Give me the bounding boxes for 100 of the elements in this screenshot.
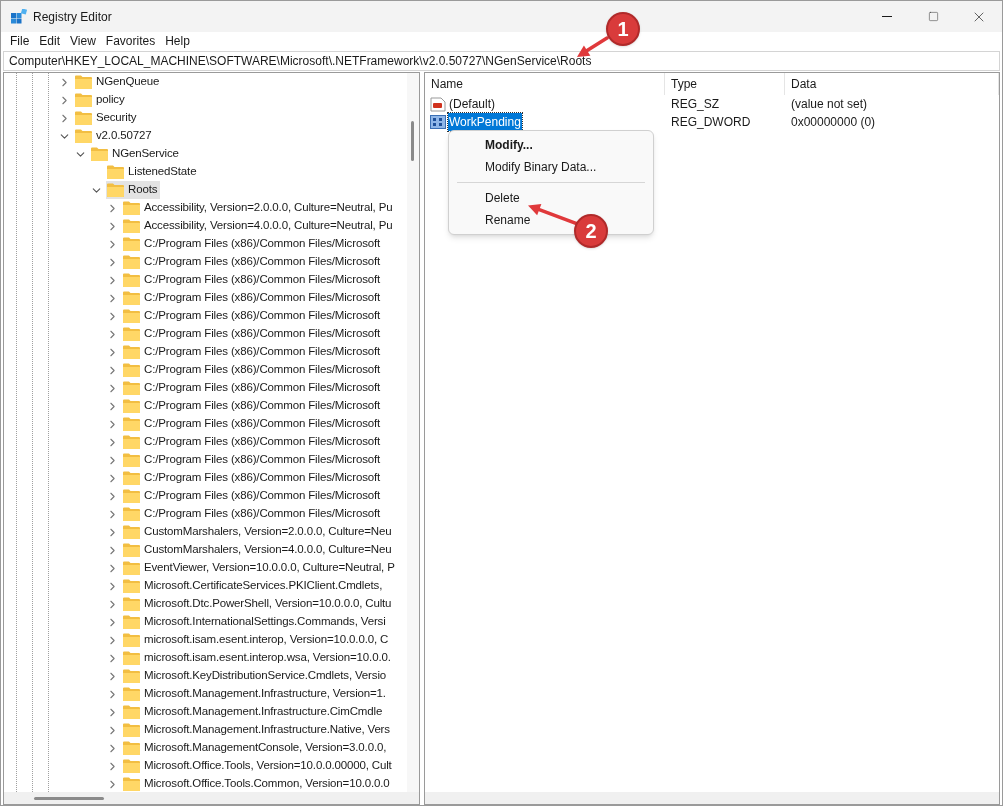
folder-icon	[123, 345, 140, 359]
tree-item[interactable]: C:/Program Files (x86)/Common Files/Microsoft	[122, 253, 384, 271]
tree-item[interactable]: C:/Program Files (x86)/Common Files/Microsoft	[122, 271, 384, 289]
tree-item-label: NGenService	[112, 146, 179, 162]
tree-item[interactable]: C:/Program Files (x86)/Common Files/Microsoft	[122, 343, 384, 361]
menu-item[interactable]: Favorites	[100, 32, 161, 51]
minimize-icon	[882, 16, 892, 17]
tree-item[interactable]: NGenQueue	[74, 73, 163, 91]
horizontal-scrollbar[interactable]	[425, 792, 999, 804]
tree-item[interactable]: Accessibility, Version=2.0.0.0, Culture=Neutral, Pu	[122, 199, 396, 217]
tree-item[interactable]: Microsoft.CertificateServices.PKIClient.Cmdlets,	[122, 577, 386, 595]
tree-item[interactable]: C:/Program Files (x86)/Common Files/Microsoft	[122, 235, 384, 253]
tree-item-label: Microsoft.Management.Infrastructure.Native, Vers	[144, 722, 390, 738]
folder-icon	[75, 129, 92, 143]
value-name[interactable]: (Default)	[448, 95, 496, 113]
tree-item[interactable]: Microsoft.ManagementConsole, Version=3.0.0.0,	[122, 739, 390, 757]
folder-icon	[107, 183, 124, 197]
tree-item[interactable]: C:/Program Files (x86)/Common Files/Microsoft	[122, 505, 384, 523]
column-header[interactable]: Name	[425, 73, 665, 95]
folder-icon	[123, 309, 140, 323]
folder-icon	[123, 651, 140, 665]
tree-item[interactable]: Security	[74, 109, 140, 127]
tree-item[interactable]: C:/Program Files (x86)/Common Files/Microsoft	[122, 433, 384, 451]
column-header[interactable]: Data	[785, 73, 999, 95]
tree-item[interactable]: EventViewer, Version=10.0.0.0, Culture=Neutral, P	[122, 559, 398, 577]
menu-item[interactable]: View	[65, 32, 101, 51]
folder-icon	[123, 273, 140, 287]
tree-item[interactable]: microsoft.isam.esent.interop.wsa, Version=10.0.0.	[122, 649, 394, 667]
value-data: (value not set)	[790, 96, 869, 113]
window-title: Registry Editor	[33, 8, 112, 26]
folder-icon	[123, 759, 140, 773]
folder-icon	[123, 399, 140, 413]
folder-icon	[123, 579, 140, 593]
tree-item[interactable]: policy	[74, 91, 128, 109]
tree-item[interactable]: C:/Program Files (x86)/Common Files/Microsoft	[122, 415, 384, 433]
tree-item[interactable]: Microsoft.InternationalSettings.Commands, Versi	[122, 613, 389, 631]
tree-item-label: microsoft.isam.esent.interop.wsa, Version=10.0.0.	[144, 650, 391, 666]
vertical-scrollbar[interactable]	[407, 73, 419, 792]
tree-item[interactable]: Accessibility, Version=4.0.0.0, Culture=Neutral, Pu	[122, 217, 396, 235]
tree-item-label: Microsoft.InternationalSettings.Commands, Versi	[144, 614, 386, 630]
tree-item[interactable]: Microsoft.Management.Infrastructure.CimCmdle	[122, 703, 386, 721]
folder-icon	[91, 147, 108, 161]
menu-item[interactable]: Help	[160, 32, 195, 51]
tree-item[interactable]: NGenService	[90, 145, 182, 163]
folder-icon	[123, 219, 140, 233]
folder-icon	[123, 201, 140, 215]
folder-icon	[123, 471, 140, 485]
tree-item[interactable]: C:/Program Files (x86)/Common Files/Microsoft	[122, 361, 384, 379]
tree-item-label: Microsoft.Dtc.PowerShell, Version=10.0.0.0, Cultu	[144, 596, 392, 612]
tree-item[interactable]: CustomMarshalers, Version=2.0.0.0, Culture=Neu	[122, 523, 395, 541]
tree-item[interactable]: C:/Program Files (x86)/Common Files/Microsoft	[122, 379, 384, 397]
folder-icon	[123, 615, 140, 629]
menu-item[interactable]: Edit	[34, 32, 66, 51]
tree-item[interactable]: C:/Program Files (x86)/Common Files/Microsoft	[122, 469, 384, 487]
folder-icon	[123, 381, 140, 395]
tree-item-label: v2.0.50727	[96, 128, 152, 144]
horizontal-scrollbar[interactable]	[4, 792, 419, 804]
tree-item[interactable]: Microsoft.Management.Infrastructure, Version=1.	[122, 685, 389, 703]
tree-item[interactable]: C:/Program Files (x86)/Common Files/Microsoft	[122, 307, 384, 325]
tree-item[interactable]: Microsoft.Dtc.PowerShell, Version=10.0.0.0, Cultu	[122, 595, 395, 613]
tree-item[interactable]: C:/Program Files (x86)/Common Files/Microsoft	[122, 289, 384, 307]
tree-item-label: Microsoft.Office.Tools, Version=10.0.0.00000, Cult	[144, 758, 392, 774]
binary-value-icon	[430, 114, 446, 130]
tree-item[interactable]: v2.0.50727	[74, 127, 155, 145]
tree-item[interactable]: CustomMarshalers, Version=4.0.0.0, Culture=Neu	[122, 541, 395, 559]
menu-item[interactable]: Modify Binary Data...	[449, 156, 653, 178]
tree-item[interactable]: microsoft.isam.esent.interop, Version=10.0.0.0, C	[122, 631, 392, 649]
tree-item-label: C:/Program Files (x86)/Common Files/Microsoft	[144, 290, 381, 306]
tree-item-label: C:/Program Files (x86)/Common Files/Microsoft	[144, 416, 381, 432]
tree-item[interactable]: C:/Program Files (x86)/Common Files/Microsoft	[122, 325, 384, 343]
tree-item-label: C:/Program Files (x86)/Common Files/Microsoft	[144, 254, 381, 270]
column-header[interactable]: Type	[665, 73, 785, 95]
tree-item[interactable]: Microsoft.Office.Tools, Version=10.0.0.00000, Cult	[122, 757, 395, 775]
tree-item-label: C:/Program Files (x86)/Common Files/Microsoft	[144, 488, 381, 504]
value-name[interactable]: WorkPending	[448, 113, 522, 131]
folder-icon	[123, 327, 140, 341]
tree-item-label: C:/Program Files (x86)/Common Files/Microsoft	[144, 470, 381, 486]
tree-item-label: C:/Program Files (x86)/Common Files/Microsoft	[144, 236, 381, 252]
tree-item-label: C:/Program Files (x86)/Common Files/Microsoft	[144, 344, 381, 360]
tree-item-label: Microsoft.Management.Infrastructure, Version=1.	[144, 686, 386, 702]
address-bar[interactable]: Computer\HKEY_LOCAL_MACHINE\SOFTWARE\Microsoft\.NETFramework\v2.0.50727\NGenService\Roots	[3, 51, 1000, 71]
tree-item-label: Microsoft.KeyDistributionService.Cmdlets, Versio	[144, 668, 387, 684]
folder-icon	[123, 435, 140, 449]
tree-item[interactable]: Microsoft.Management.Infrastructure.Native, Vers	[122, 721, 393, 739]
tree-item-label: C:/Program Files (x86)/Common Files/Microsoft	[144, 272, 381, 288]
menu-item[interactable]: Modify...	[449, 134, 653, 156]
tree-item[interactable]: C:/Program Files (x86)/Common Files/Microsoft	[122, 487, 384, 505]
folder-icon	[123, 705, 140, 719]
tree-item[interactable]: C:/Program Files (x86)/Common Files/Microsoft	[122, 451, 384, 469]
folder-icon	[123, 561, 140, 575]
tree-item[interactable]: ListenedState	[106, 163, 200, 181]
tree-item[interactable]: Microsoft.KeyDistributionService.Cmdlets, Versio	[122, 667, 390, 685]
value-type: REG_SZ	[670, 96, 720, 113]
tree-item-label: C:/Program Files (x86)/Common Files/Microsoft	[144, 452, 381, 468]
menu-item[interactable]: Delete	[449, 187, 653, 209]
tree-item-label: Roots	[128, 182, 158, 198]
menu-item[interactable]: File	[5, 32, 35, 51]
tree-item[interactable]: C:/Program Files (x86)/Common Files/Microsoft	[122, 397, 384, 415]
tree-item-label: microsoft.isam.esent.interop, Version=10.0.0.0, C	[144, 632, 389, 648]
tree-item[interactable]: Roots	[106, 181, 161, 199]
